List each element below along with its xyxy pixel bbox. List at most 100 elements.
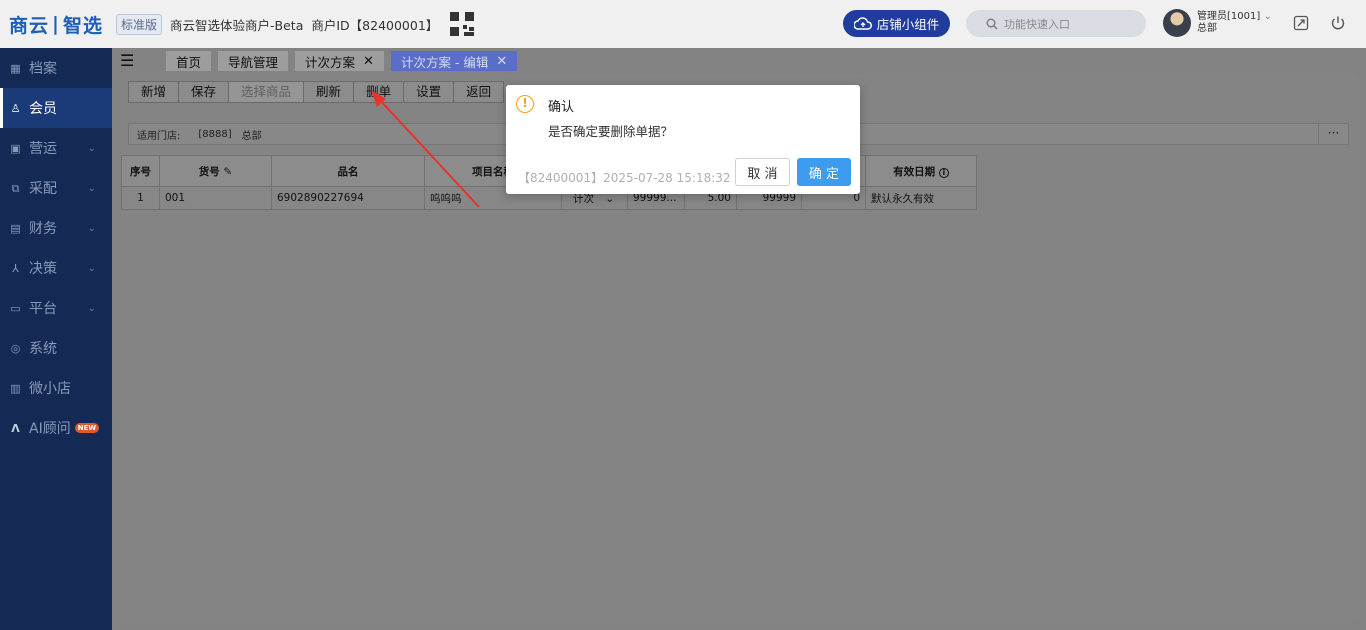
cell-item-no[interactable]: 001: [159, 186, 272, 210]
dialog-message: 是否确定要删除单据？: [548, 124, 674, 139]
tab-nav-management[interactable]: 导航管理: [218, 51, 289, 71]
sidebar-item-ai[interactable]: Λ AI顾问 NEW: [0, 408, 112, 448]
tab-count-plan-edit[interactable]: 计次方案 - 编辑 ✕: [390, 51, 518, 71]
col-index[interactable]: 序号: [121, 155, 160, 187]
col-product-name[interactable]: 品名: [271, 155, 425, 187]
tab-bar: ☰ 首页 导航管理 计次方案 ✕ 计次方案 - 编辑 ✕: [112, 48, 1366, 74]
refresh-button[interactable]: 刷新: [304, 82, 355, 102]
brand-logo[interactable]: 商云 | 智选: [0, 0, 112, 48]
tab-label: 首页: [176, 54, 202, 70]
cell-index: 1: [121, 186, 160, 210]
warning-icon: !: [516, 95, 534, 113]
search-icon: [986, 18, 998, 29]
tab-count-plan[interactable]: 计次方案 ✕: [295, 51, 384, 71]
chevron-down-icon: ⌄: [605, 192, 615, 205]
sidebar-item-system[interactable]: ◎ 系统: [0, 328, 112, 368]
store-name: 总部: [241, 130, 262, 142]
user-menu[interactable]: 管理员[1001] ⌄ 总部: [1163, 9, 1272, 37]
new-badge: NEW: [74, 423, 100, 433]
store-code: [8888]: [198, 128, 232, 140]
merchant-name: 商云智选体验商户-Beta: [170, 17, 304, 33]
archive-icon: ▦: [10, 61, 21, 75]
chevron-down-icon: ⌄: [87, 142, 96, 154]
power-icon[interactable]: [1330, 15, 1346, 31]
sidebar-item-label: 决策: [29, 261, 57, 277]
col-item-no-label: 货号: [198, 165, 220, 178]
sidebar-item-platform[interactable]: ▭ 平台 ⌄: [0, 288, 112, 328]
sidebar-item-label: 微小店: [29, 381, 71, 397]
purchase-icon: ⧉: [11, 181, 20, 195]
decision-icon: ⅄: [12, 261, 19, 275]
chevron-down-icon: ⌄: [1263, 11, 1272, 22]
sidebar-item-mini-store[interactable]: ▥ 微小店: [0, 368, 112, 408]
sidebar-item-operations[interactable]: ▣ 营运 ⌄: [0, 128, 112, 168]
sidebar-item-label: 营运: [29, 141, 57, 157]
quick-search-input[interactable]: 功能快速入口: [966, 10, 1146, 37]
edit-icon: ✎: [223, 165, 233, 178]
logo-separator: |: [52, 13, 60, 35]
sidebar-item-decision[interactable]: ⅄ 决策 ⌄: [0, 248, 112, 288]
toolbar: 新增 保存 选择商品 刷新 删单 设置 返回: [128, 81, 505, 103]
cancel-button[interactable]: 取 消: [735, 158, 790, 186]
top-header: 商云 | 智选 标准版 商云智选体验商户-Beta 商户ID【82400001】…: [0, 0, 1366, 48]
count-type-value: 计次: [573, 192, 594, 205]
sidebar-item-finance[interactable]: ▤ 财务 ⌄: [0, 208, 112, 248]
tab-label: 导航管理: [228, 54, 279, 70]
delete-order-button[interactable]: 删单: [354, 82, 405, 102]
sidebar-item-label: 平台: [29, 301, 57, 317]
sidebar-item-member[interactable]: ♙ 会员: [0, 88, 112, 128]
operations-icon: ▣: [10, 141, 21, 155]
store-widget-label: 店铺小组件: [876, 17, 940, 32]
sidebar-item-purchase[interactable]: ⧉ 采配 ⌄: [0, 168, 112, 208]
search-placeholder: 功能快速入口: [1004, 17, 1070, 31]
confirm-button[interactable]: 确 定: [797, 158, 851, 186]
user-org: 总部: [1197, 23, 1217, 34]
tab-home[interactable]: 首页: [166, 51, 212, 71]
back-button[interactable]: 返回: [454, 82, 503, 102]
logo-text-1: 商云: [9, 14, 50, 37]
logo-text-2: 智选: [62, 14, 103, 37]
store-widget-button[interactable]: 店铺小组件: [843, 10, 950, 37]
ai-icon: Λ: [11, 421, 20, 435]
sidebar-item-label: AI顾问: [29, 421, 71, 437]
col-valid-date[interactable]: 有效日期 i: [865, 155, 977, 187]
sidebar-item-label: 档案: [29, 61, 57, 77]
tab-label: 计次方案: [305, 54, 356, 70]
dialog-title: 确认: [548, 100, 575, 115]
info-icon: i: [938, 167, 949, 178]
platform-icon: ▭: [10, 301, 21, 315]
col-item-no[interactable]: 货号 ✎: [159, 155, 272, 187]
chevron-down-icon: ⌄: [87, 262, 96, 274]
member-icon: ♙: [10, 101, 21, 115]
settings-button[interactable]: 设置: [404, 82, 455, 102]
system-icon: ◎: [10, 341, 21, 355]
finance-icon: ▤: [10, 221, 21, 235]
cloud-icon: [853, 16, 872, 30]
edition-badge: 标准版: [116, 13, 163, 35]
select-goods-button[interactable]: 选择商品: [229, 82, 305, 102]
dialog-stamp: 【82400001】2025-07-28 15:18:32: [518, 171, 731, 185]
qr-code-icon[interactable]: [450, 12, 475, 36]
merchant-id: 商户ID【82400001】: [311, 17, 439, 33]
new-button[interactable]: 新增: [129, 82, 180, 102]
sidebar-item-label: 财务: [29, 221, 57, 237]
sidebar-item-label: 会员: [29, 101, 57, 117]
close-icon[interactable]: ✕: [363, 54, 374, 69]
sidebar-item-archive[interactable]: ▦ 档案: [0, 48, 112, 88]
cell-valid-date[interactable]: 默认永久有效: [865, 186, 977, 210]
save-button[interactable]: 保存: [179, 82, 230, 102]
chevron-down-icon: ⌄: [87, 222, 96, 234]
avatar: [1163, 9, 1191, 37]
sidebar-item-label: 采配: [29, 181, 57, 197]
menu-toggle-icon[interactable]: ☰: [120, 53, 138, 69]
user-name: 管理员[1001]: [1197, 11, 1261, 22]
cell-product-name[interactable]: 6902890227694: [271, 186, 425, 210]
close-icon[interactable]: ✕: [496, 54, 507, 69]
sidebar: ▦ 档案 ♙ 会员 ▣ 营运 ⌄ ⧉ 采配 ⌄ ▤ 财务 ⌄ ⅄ 决策 ⌄ ▭ 平台 ⌄ ◎ 系统 ▥ 微小…: [0, 48, 112, 630]
tab-label: 计次方案 - 编辑: [400, 54, 489, 70]
sidebar-item-label: 系统: [29, 341, 57, 357]
col-valid-date-label: 有效日期: [893, 165, 936, 178]
more-button[interactable]: ···: [1318, 124, 1348, 144]
fullscreen-icon[interactable]: [1293, 15, 1309, 31]
mini-store-icon: ▥: [10, 381, 21, 395]
